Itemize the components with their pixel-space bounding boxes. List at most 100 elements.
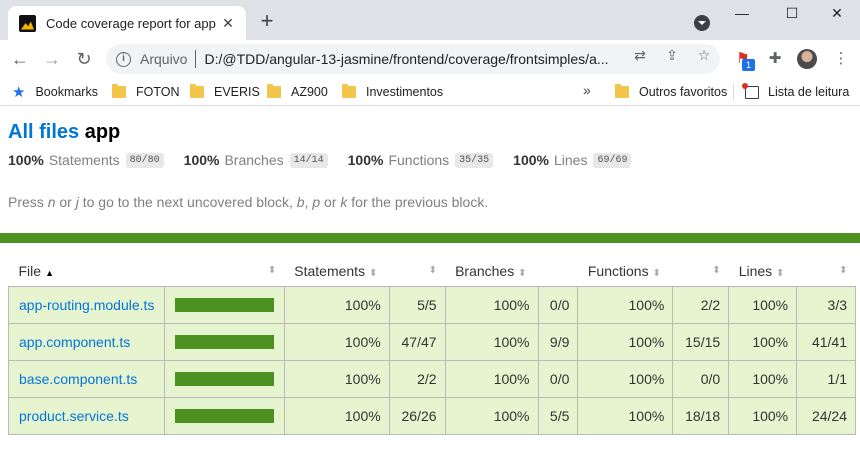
coverage-bar	[174, 334, 274, 349]
branches-fraction: 5/5	[537, 396, 579, 435]
lines-fraction: 41/41	[796, 322, 856, 361]
menu-icon[interactable]: ⋮	[832, 50, 850, 68]
bookmark-star-icon[interactable]: ☆	[696, 47, 712, 63]
column-coverage-bar[interactable]: ⬍	[164, 256, 285, 287]
lines-pct: 100%	[728, 285, 798, 324]
summary-lines: 100% Lines 69/69	[513, 152, 632, 168]
share-icon[interactable]: ⇪	[664, 47, 680, 63]
lines-pct: 100%	[728, 396, 798, 435]
lines-fraction: 24/24	[796, 396, 856, 435]
omnibox-divider	[195, 50, 197, 68]
fraction-badge: 35/35	[455, 152, 494, 168]
column-branches[interactable]: Branches ⬍	[445, 256, 539, 287]
column-statements[interactable]: Statements ⬍	[284, 256, 390, 287]
bookmark-az900[interactable]: AZ900	[267, 83, 328, 101]
summary-branches: 100% Branches 14/14	[184, 152, 328, 168]
table-row: app-routing.module.ts 100% 5/5 100% 0/0 …	[8, 285, 856, 324]
file-link[interactable]: product.service.ts	[19, 408, 129, 424]
browser-tab[interactable]: Code coverage report for app ✕	[8, 6, 246, 40]
statements-fraction: 47/47	[388, 322, 446, 361]
sort-icon: ⬍	[267, 265, 277, 277]
sort-icon: ⬍	[839, 265, 848, 277]
folder-icon	[267, 84, 281, 98]
browser-toolbar: ← → ↻ i Arquivo D:/@TDD/angular-13-jasmi…	[0, 40, 860, 78]
table-row: product.service.ts 100% 26/26 100% 5/5 1…	[8, 396, 856, 435]
sort-icon: ⬍	[712, 265, 721, 277]
window-close-button[interactable]: ✕	[814, 2, 860, 26]
url-text[interactable]: D:/@TDD/angular-13-jasmine/frontend/cove…	[204, 51, 614, 67]
maximize-button[interactable]: ☐	[769, 2, 815, 26]
column-file[interactable]: File ▲	[8, 256, 165, 287]
page-title: All files app	[8, 121, 120, 144]
functions-fraction: 18/18	[672, 396, 730, 435]
statements-pct: 100%	[283, 359, 390, 398]
summary-statements: 100% Statements 80/80	[8, 152, 164, 168]
bookmark-bookmarks[interactable]: ★ Bookmarks	[12, 83, 98, 101]
branches-fraction: 0/0	[537, 285, 579, 324]
keyboard-hint: Press n or j to go to the next uncovered…	[8, 194, 489, 210]
functions-fraction: 15/15	[672, 322, 730, 361]
column-functions[interactable]: Functions ⬍	[577, 256, 673, 287]
tab-title: Code coverage report for app	[46, 15, 216, 31]
directory-name: app	[84, 121, 121, 143]
table-header-row: File ▲ ⬍ Statements ⬍ ⬍ Branches ⬍ Functi…	[8, 256, 856, 287]
folder-icon	[342, 84, 356, 98]
all-files-link[interactable]: All files	[8, 121, 79, 143]
branches-pct: 100%	[444, 322, 539, 361]
reading-list-button[interactable]: Lista de leitura	[742, 82, 849, 101]
branches-pct: 100%	[444, 359, 539, 398]
coverage-table: File ▲ ⬍ Statements ⬍ ⬍ Branches ⬍ Functi…	[8, 256, 856, 435]
sort-icon: ⬍	[368, 267, 378, 279]
tab-strip: Code coverage report for app ✕ + — ☐ ✕	[0, 0, 860, 40]
fraction-badge: 69/69	[593, 152, 632, 168]
sort-icon: ⬍	[518, 267, 527, 279]
file-link[interactable]: base.component.ts	[19, 371, 137, 387]
forward-button[interactable]: →	[40, 47, 64, 71]
new-tab-button[interactable]: +	[257, 10, 277, 32]
translate-icon[interactable]: ⇄	[632, 47, 648, 63]
sort-icon: ⬍	[776, 267, 785, 279]
functions-fraction: 2/2	[672, 285, 730, 324]
tab-search-icon[interactable]	[694, 15, 710, 31]
bookmark-investimentos[interactable]: Investimentos	[342, 83, 443, 101]
statements-pct: 100%	[283, 285, 390, 324]
coverage-bar	[174, 297, 274, 312]
coverage-bar	[174, 408, 274, 423]
bookmark-everis[interactable]: EVERIS	[190, 83, 260, 101]
tab-close-icon[interactable]: ✕	[220, 15, 236, 31]
summary-functions: 100% Functions 35/35	[348, 152, 494, 168]
back-button[interactable]: ←	[8, 47, 32, 71]
coverage-bar	[174, 371, 274, 386]
address-bar[interactable]: i Arquivo D:/@TDD/angular-13-jasmine/fro…	[106, 44, 720, 74]
reload-button[interactable]: ↻	[72, 47, 96, 71]
bookmark-foton[interactable]: FOTON	[112, 83, 180, 101]
statements-pct: 100%	[283, 322, 390, 361]
star-icon: ★	[12, 84, 26, 101]
branches-pct: 100%	[444, 285, 539, 324]
minimize-button[interactable]: —	[719, 2, 765, 26]
lines-pct: 100%	[728, 322, 798, 361]
coverage-status-bar	[0, 233, 860, 243]
sort-icon: ⬍	[652, 267, 661, 279]
scheme-label: Arquivo	[140, 51, 188, 67]
file-link[interactable]: app.component.ts	[19, 334, 130, 350]
extensions-puzzle-icon[interactable]: ✚	[766, 50, 784, 68]
column-lines[interactable]: Lines ⬍	[728, 256, 797, 287]
file-link[interactable]: app-routing.module.ts	[19, 297, 154, 313]
table-row: app.component.ts 100% 47/47 100% 9/9 100…	[8, 322, 856, 361]
column-branches-fraction[interactable]	[538, 256, 578, 287]
functions-pct: 100%	[577, 396, 674, 435]
lines-pct: 100%	[728, 359, 798, 398]
branches-fraction: 0/0	[537, 359, 579, 398]
lines-fraction: 1/1	[796, 359, 856, 398]
more-bookmarks-chevron-icon[interactable]: »	[583, 82, 591, 98]
branches-pct: 100%	[444, 396, 539, 435]
column-statements-fraction[interactable]: ⬍	[389, 256, 446, 287]
avatar[interactable]	[797, 49, 817, 69]
column-functions-fraction[interactable]: ⬍	[672, 256, 729, 287]
functions-fraction: 0/0	[672, 359, 730, 398]
info-icon[interactable]: i	[116, 51, 131, 67]
column-lines-fraction[interactable]: ⬍	[796, 256, 856, 287]
lines-fraction: 3/3	[796, 285, 856, 324]
bookmark-outros-favoritos[interactable]: Outros favoritos	[615, 83, 727, 101]
